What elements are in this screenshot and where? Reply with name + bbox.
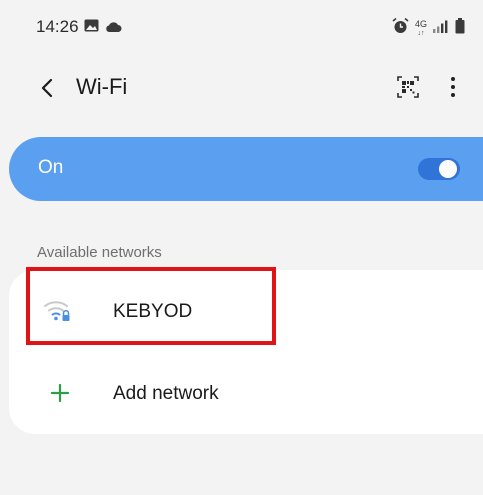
status-right-icons: 4G ↓↑ (392, 17, 465, 39)
back-button[interactable] (36, 74, 58, 102)
signal-icon (433, 20, 449, 38)
status-left-icons (84, 19, 122, 37)
data-arrows-icon: ↓↑ (417, 29, 425, 37)
add-network-label: Add network (113, 383, 219, 404)
more-vert-icon (451, 77, 455, 81)
add-network-button[interactable]: Add network (9, 352, 483, 434)
qr-code-button[interactable] (397, 76, 419, 98)
network-name: KEBYOD (113, 301, 193, 322)
network-type-label: 4G ↓↑ (414, 18, 427, 37)
status-time: 14:26 (36, 17, 79, 36)
wifi-toggle[interactable] (418, 158, 460, 180)
networks-list: KEBYOD Add network (9, 270, 483, 434)
plus-icon (49, 382, 71, 404)
wifi-locked-icon (43, 298, 73, 324)
network-item-kebyod[interactable]: KEBYOD (9, 270, 483, 352)
status-bar: 14:26 4G ↓↑ (0, 0, 483, 52)
page-title: Wi-Fi (76, 74, 128, 99)
more-options-button[interactable] (443, 74, 463, 100)
chevron-left-icon (41, 78, 53, 98)
available-networks-label: Available networks (37, 244, 162, 261)
wifi-master-switch[interactable]: On (9, 137, 483, 201)
battery-icon (455, 18, 465, 39)
alarm-icon (392, 17, 409, 39)
master-switch-label: On (38, 157, 64, 178)
qr-code-icon (397, 76, 419, 98)
cloud-icon (105, 19, 122, 37)
toggle-knob (439, 160, 457, 178)
app-header: Wi-Fi (0, 60, 483, 116)
wifi-settings-screen: 14:26 4G ↓↑ Wi-Fi On Available networks … (0, 0, 483, 495)
gallery-icon (84, 19, 99, 37)
